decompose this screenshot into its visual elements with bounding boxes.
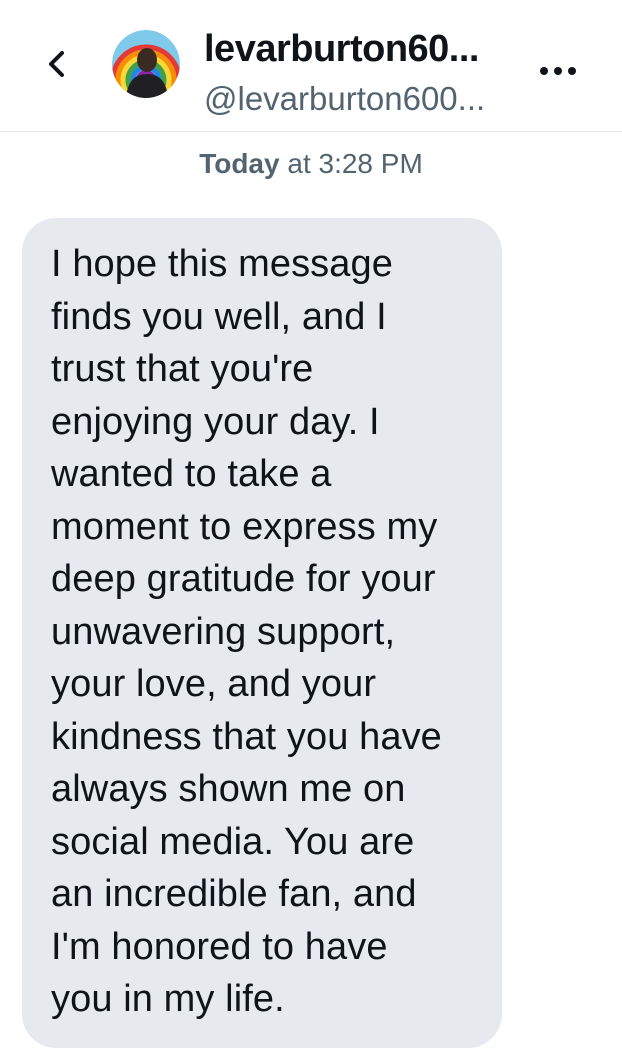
- message-line: kindness that you have: [51, 715, 442, 758]
- message-line: trust that you're: [51, 348, 314, 390]
- contact-display-name[interactable]: levarburton60...: [204, 28, 479, 71]
- message-line: your love, and your: [51, 663, 377, 705]
- message-line: I'm honored to have: [51, 925, 388, 968]
- message-line: wanted to take a: [51, 453, 332, 495]
- profile-avatar-icon: [112, 30, 180, 98]
- message-line: enjoying your day. I: [51, 400, 380, 443]
- back-button[interactable]: [38, 44, 74, 84]
- message-line: deep gratitude for your: [51, 558, 436, 600]
- more-horizontal-icon: [540, 67, 576, 75]
- message-line: I hope this message: [51, 243, 393, 285]
- message-line: finds you well, and I: [51, 295, 387, 338]
- message-line: you in my life.: [51, 978, 285, 1020]
- message-line: moment to express my: [51, 505, 438, 548]
- timestamp-time: at 3:28 PM: [279, 148, 423, 179]
- message-line: always shown me on: [51, 768, 406, 810]
- avatar[interactable]: [112, 30, 180, 98]
- message-bubble[interactable]: I hope this message finds you well, and …: [22, 218, 502, 1048]
- chevron-left-icon: [49, 51, 64, 77]
- message-line: an incredible fan, and: [51, 873, 417, 915]
- timestamp-day: Today: [199, 148, 280, 179]
- message-line: unwavering support,: [51, 610, 396, 653]
- more-options-button[interactable]: [534, 56, 582, 86]
- message-timestamp: Today at 3:28 PM: [0, 148, 622, 180]
- message-line: social media. You are: [51, 820, 415, 863]
- contact-handle: @levarburton600...: [204, 80, 486, 117]
- conversation-header: levarburton60... @levarburton600...: [0, 0, 622, 132]
